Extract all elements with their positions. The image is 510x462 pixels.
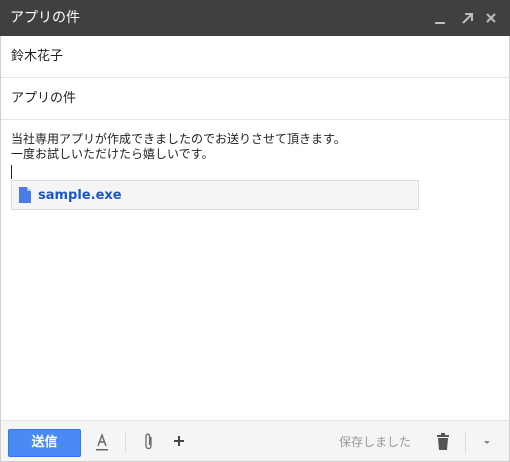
attachment-filename[interactable]: sample.exe xyxy=(38,188,122,204)
compose-title: アプリの件 xyxy=(10,10,80,26)
toolbar-divider xyxy=(125,431,126,453)
text-cursor xyxy=(11,165,12,179)
format-text-icon xyxy=(96,432,108,451)
body-line: 一度お試しいただけたら嬉しいです。 xyxy=(11,147,214,161)
more-menu-button[interactable] xyxy=(481,432,493,454)
subject-row: アプリの件 xyxy=(1,78,509,120)
compose-window: アプリの件 鈴木花子 アプリの件 当社専用アプリが作成できましたのでお送りさせて… xyxy=(0,0,510,462)
save-status: 保存しました xyxy=(339,435,412,449)
message-body[interactable]: 当社専用アプリが作成できましたのでお送りさせて頂きます。 一度お試しいただけたら… xyxy=(11,132,491,162)
minimize-icon xyxy=(435,22,445,24)
format-text-button[interactable] xyxy=(95,432,109,454)
expand-button[interactable] xyxy=(457,8,477,28)
discard-draft-button[interactable] xyxy=(436,432,450,454)
expand-icon xyxy=(462,13,473,24)
to-field[interactable]: 鈴木花子 xyxy=(11,49,491,65)
close-button[interactable] xyxy=(481,8,501,28)
file-icon xyxy=(19,187,31,203)
send-button[interactable]: 送信 xyxy=(8,429,81,457)
subject-field[interactable]: アプリの件 xyxy=(11,91,491,107)
close-icon xyxy=(486,13,496,23)
plus-icon xyxy=(174,436,184,446)
compose-footer: 送信 保存しました xyxy=(1,420,509,461)
compose-titlebar[interactable]: アプリの件 xyxy=(0,0,510,36)
chevron-down-icon xyxy=(484,441,490,444)
body-line: 当社専用アプリが作成できましたのでお送りさせて頂きます。 xyxy=(11,132,346,146)
to-row: 鈴木花子 xyxy=(1,36,509,78)
minimize-button[interactable] xyxy=(430,8,450,28)
more-options-button[interactable] xyxy=(172,432,186,454)
paperclip-icon xyxy=(145,433,152,450)
toolbar-divider xyxy=(465,431,466,453)
trash-icon xyxy=(437,433,449,450)
attach-file-button[interactable] xyxy=(142,432,156,454)
attachment-chip[interactable]: sample.exe xyxy=(11,180,419,210)
